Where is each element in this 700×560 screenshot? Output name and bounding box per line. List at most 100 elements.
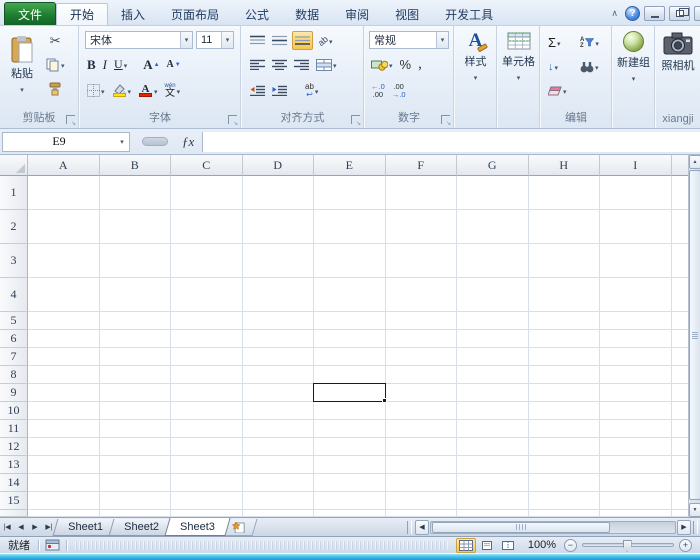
cell-C1[interactable]: [171, 176, 243, 210]
macro-record-button[interactable]: [39, 539, 66, 551]
cell-G7[interactable]: [457, 348, 529, 366]
page-break-preview-button[interactable]: [498, 538, 518, 553]
cell-H6[interactable]: [529, 330, 601, 348]
cell-G13[interactable]: [457, 456, 529, 474]
font-name-combobox[interactable]: 宋体: [85, 31, 193, 49]
cell-F5[interactable]: [386, 312, 458, 330]
cell-partial[interactable]: [171, 510, 243, 517]
increase-decimal-button[interactable]: ←.0 .00: [369, 81, 387, 100]
tab-formulas[interactable]: 公式: [232, 3, 282, 25]
row-header-11[interactable]: 11: [0, 420, 28, 438]
horizontal-scroll-track[interactable]: [430, 521, 676, 534]
zoom-slider-thumb[interactable]: [623, 540, 632, 552]
cell-D14[interactable]: [243, 474, 315, 492]
fill-button[interactable]: ↓: [546, 57, 560, 76]
borders-button[interactable]: [85, 81, 107, 100]
cell-partial[interactable]: [386, 510, 458, 517]
cell-B6[interactable]: [100, 330, 172, 348]
zoom-slider-track[interactable]: [582, 543, 674, 547]
cell-G9[interactable]: [457, 384, 529, 402]
cell-D5[interactable]: [243, 312, 315, 330]
name-box[interactable]: E9: [2, 132, 130, 152]
cell-partial[interactable]: [314, 510, 386, 517]
cell-A5[interactable]: [28, 312, 100, 330]
row-header-15[interactable]: 15: [0, 492, 28, 510]
formula-input[interactable]: [202, 132, 700, 152]
cell-E5[interactable]: [314, 312, 386, 330]
align-left-button[interactable]: [248, 55, 267, 74]
cell-A8[interactable]: [28, 366, 100, 384]
page-layout-view-button[interactable]: [477, 538, 497, 553]
shrink-font-button[interactable]: A▼: [165, 55, 183, 74]
vertical-scrollbar[interactable]: ▲ ▼: [688, 155, 700, 517]
cell-partial[interactable]: [600, 510, 672, 517]
cell-H10[interactable]: [529, 402, 601, 420]
cell-H1[interactable]: [529, 176, 601, 210]
cell-D7[interactable]: [243, 348, 315, 366]
cell-H15[interactable]: [529, 492, 601, 510]
cell-I2[interactable]: [600, 210, 672, 244]
cell-G4[interactable]: [457, 278, 529, 312]
help-button[interactable]: ?: [625, 6, 640, 21]
scroll-left-button[interactable]: ◀: [415, 520, 429, 535]
cell-E14[interactable]: [314, 474, 386, 492]
cell-G1[interactable]: [457, 176, 529, 210]
minimize-button[interactable]: [644, 6, 665, 21]
cell-B13[interactable]: [100, 456, 172, 474]
number-dialog-launcher[interactable]: [441, 115, 450, 124]
format-painter-button[interactable]: [44, 79, 67, 98]
cell-F1[interactable]: [386, 176, 458, 210]
underline-button[interactable]: U: [112, 55, 129, 74]
column-header-B[interactable]: B: [100, 155, 172, 176]
zoom-in-button[interactable]: +: [679, 539, 692, 552]
cell-E10[interactable]: [314, 402, 386, 420]
formula-bar-splitter[interactable]: [142, 137, 168, 146]
cell-I6[interactable]: [600, 330, 672, 348]
tab-review[interactable]: 审阅: [332, 3, 382, 25]
scroll-down-button[interactable]: ▼: [689, 503, 700, 517]
cell-E3[interactable]: [314, 244, 386, 278]
cell-G12[interactable]: [457, 438, 529, 456]
restore-button[interactable]: [669, 6, 690, 21]
row-header-9[interactable]: 9: [0, 384, 28, 402]
cell-G3[interactable]: [457, 244, 529, 278]
cell-E15[interactable]: [314, 492, 386, 510]
cell-C12[interactable]: [171, 438, 243, 456]
italic-button[interactable]: I: [101, 55, 109, 74]
cell-F13[interactable]: [386, 456, 458, 474]
cell-F12[interactable]: [386, 438, 458, 456]
cell-C13[interactable]: [171, 456, 243, 474]
cell-A2[interactable]: [28, 210, 100, 244]
find-select-button[interactable]: [578, 57, 601, 76]
sheet-tab-sheet3[interactable]: Sheet3: [164, 518, 230, 536]
cell-G14[interactable]: [457, 474, 529, 492]
first-sheet-button[interactable]: |◀: [0, 520, 14, 535]
cell-I9[interactable]: [600, 384, 672, 402]
cell-E8[interactable]: [314, 366, 386, 384]
cell-F8[interactable]: [386, 366, 458, 384]
insert-function-button[interactable]: ƒx: [182, 134, 194, 150]
close-button[interactable]: [694, 6, 700, 21]
row-header-1[interactable]: 1: [0, 176, 28, 210]
column-header-E[interactable]: E: [314, 155, 386, 176]
scroll-right-button[interactable]: ▶: [677, 520, 691, 535]
cell-G5[interactable]: [457, 312, 529, 330]
cell-A7[interactable]: [28, 348, 100, 366]
chevron-down-icon[interactable]: [115, 133, 129, 151]
percent-style-button[interactable]: %: [398, 55, 414, 74]
cell-D2[interactable]: [243, 210, 315, 244]
cell-F9[interactable]: [386, 384, 458, 402]
column-header-F[interactable]: F: [386, 155, 458, 176]
cell-partial[interactable]: [100, 510, 172, 517]
cell-D1[interactable]: [243, 176, 315, 210]
cell-G6[interactable]: [457, 330, 529, 348]
cell-C3[interactable]: [171, 244, 243, 278]
cell-I1[interactable]: [600, 176, 672, 210]
cell-C14[interactable]: [171, 474, 243, 492]
cell-H4[interactable]: [529, 278, 601, 312]
cell-H9[interactable]: [529, 384, 601, 402]
cell-I7[interactable]: [600, 348, 672, 366]
cell-F11[interactable]: [386, 420, 458, 438]
cell-E7[interactable]: [314, 348, 386, 366]
cell-F2[interactable]: [386, 210, 458, 244]
